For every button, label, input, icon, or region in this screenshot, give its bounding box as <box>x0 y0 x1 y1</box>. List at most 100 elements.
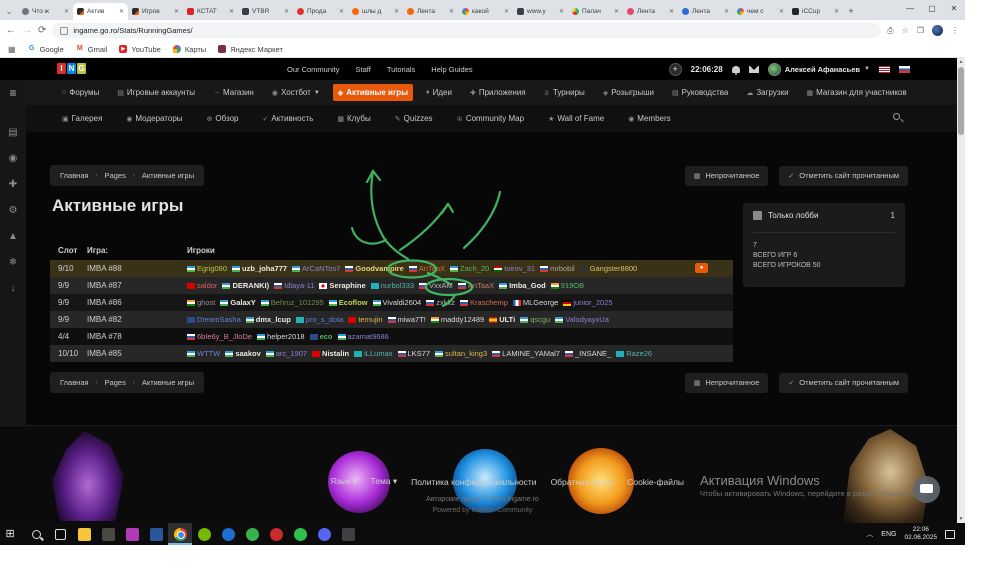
search-icon[interactable] <box>24 523 48 545</box>
wrench-icon[interactable]: ⚙ <box>0 198 26 224</box>
player[interactable]: nurbol333 <box>371 281 414 290</box>
messages-mail-icon[interactable] <box>749 66 759 73</box>
browser-tab[interactable]: www.y✕ <box>513 3 568 20</box>
tray-chevron-icon[interactable]: ︿ <box>866 529 873 539</box>
browser-tab[interactable]: Что ж✕ <box>18 3 73 20</box>
player[interactable]: ArCaNTos7 <box>292 264 340 273</box>
close-tab-icon[interactable]: ✕ <box>834 8 839 15</box>
player[interactable]: mrbobil <box>540 264 575 273</box>
close-tab-icon[interactable]: ✕ <box>64 8 69 15</box>
tab-search-chevron-icon[interactable]: ⌄ <box>0 4 18 20</box>
search-icon[interactable] <box>893 113 900 120</box>
nav-item-клубы[interactable]: ▦Клубы <box>332 110 375 127</box>
minimize-button[interactable]: — <box>899 0 921 20</box>
nvidia-icon[interactable] <box>192 523 216 545</box>
browser-tab[interactable]: Лента✕ <box>623 3 678 20</box>
nav-item-игровые-аккаунты[interactable]: ▤Игровые аккаунты <box>112 84 200 101</box>
close-tab-icon[interactable]: ✕ <box>559 8 564 15</box>
action-center-icon[interactable] <box>945 530 955 539</box>
player[interactable]: temujin <box>348 315 382 324</box>
player[interactable]: Seraphine <box>319 281 365 290</box>
player[interactable]: DreamSasha <box>187 315 241 324</box>
player[interactable]: Idlaya-11 <box>274 281 314 290</box>
scroll-up-icon[interactable]: ▲ <box>958 59 964 65</box>
player[interactable]: sultan_king3 <box>435 349 487 358</box>
chart-icon[interactable]: ▲ <box>0 224 26 250</box>
scroll-down-icon[interactable]: ▼ <box>958 516 964 522</box>
player[interactable]: azamat9686 <box>338 332 389 341</box>
nav-item-турниры[interactable]: ♕Турниры <box>539 84 590 101</box>
dark-app-icon[interactable] <box>336 523 360 545</box>
checkbox-icon[interactable] <box>753 211 762 220</box>
player[interactable]: saldor <box>187 281 217 290</box>
bookmark-youtube[interactable]: ▶YouTube <box>119 45 160 54</box>
nav-item-quizzes[interactable]: ✎Quizzes <box>390 110 438 127</box>
player[interactable]: AnTaaX <box>409 264 445 273</box>
breadcrumb-item[interactable]: Активные игры <box>142 378 194 387</box>
player[interactable]: helper2018 <box>257 332 305 341</box>
mark-site-read-button[interactable]: ✓Отметить сайт прочитанным <box>779 373 908 393</box>
utility-link[interactable]: Staff <box>356 65 371 74</box>
notifications-bell-icon[interactable] <box>732 66 740 73</box>
footer-link[interactable]: Язык ▾ <box>330 476 357 487</box>
close-tab-icon[interactable]: ✕ <box>394 8 399 15</box>
browser-tab[interactable]: чем с✕ <box>733 3 788 20</box>
game-row[interactable]: 9/9IMBA #87saldorDERANKI)Idlaya-11Seraph… <box>50 277 733 294</box>
page-scrollbar[interactable]: ▲ ▼ <box>957 58 965 523</box>
red-app-icon[interactable] <box>264 523 288 545</box>
player[interactable]: Gangster8800 <box>580 264 638 273</box>
player[interactable]: zxkkz <box>426 298 455 307</box>
close-tab-icon[interactable]: ✕ <box>174 8 179 15</box>
player[interactable]: WTTW <box>187 349 220 358</box>
nav-item-форумы[interactable]: ⌂Форумы <box>57 84 104 101</box>
player[interactable]: Behruz_101295 <box>261 298 324 307</box>
nav-item-community-map[interactable]: ♔Community Map <box>452 110 530 127</box>
player[interactable]: Kraschemp <box>460 298 508 307</box>
player[interactable]: Zach_20 <box>450 264 489 273</box>
user-icon[interactable]: ◉ <box>0 146 26 172</box>
player[interactable]: LAMINE_YAMal7 <box>492 349 560 358</box>
footer-link[interactable]: Обратная связь <box>551 477 614 487</box>
unread-button[interactable]: ▦Непрочитанное <box>685 373 769 393</box>
start-button[interactable]: ⊞ <box>0 523 24 545</box>
player[interactable]: toirov_31 <box>494 264 535 273</box>
close-tab-icon[interactable]: ✕ <box>339 8 344 15</box>
word-app-icon[interactable] <box>144 523 168 545</box>
player[interactable]: Vivaldi2604 <box>373 298 422 307</box>
breadcrumb-item[interactable]: Активные игры <box>142 171 194 180</box>
utility-link[interactable]: Our Community <box>287 65 340 74</box>
menu-kebab-icon[interactable]: ⋮ <box>951 26 959 35</box>
player[interactable]: Egrig080 <box>187 264 227 273</box>
browser-tab[interactable]: Палач✕ <box>568 3 623 20</box>
player[interactable]: Nistalin <box>312 349 349 358</box>
profile-avatar[interactable] <box>932 25 943 36</box>
player[interactable]: ValodyayxUa <box>555 315 609 324</box>
download-icon[interactable]: ↓ <box>0 276 26 302</box>
utorrent-icon[interactable] <box>240 523 264 545</box>
player[interactable]: iLLumax <box>354 349 392 358</box>
paw-icon[interactable]: ✚ <box>0 172 26 198</box>
browser-tab[interactable]: какой✕ <box>458 3 513 20</box>
tray-clock[interactable]: 22:06 02.06.2025 <box>904 526 937 542</box>
bookmark-star-icon[interactable]: ☆ <box>902 26 909 35</box>
footer-link[interactable]: Тема ▾ <box>371 476 398 487</box>
player[interactable]: pro_s_dota <box>296 315 344 324</box>
game-app-icon[interactable] <box>96 523 120 545</box>
bookmark-gmail[interactable]: MGmail <box>76 45 108 54</box>
player[interactable]: VxxAM <box>419 281 453 290</box>
player[interactable]: ULTi <box>489 315 515 324</box>
nav-item-модераторы[interactable]: ◉Модераторы <box>121 110 187 127</box>
close-tab-icon[interactable]: ✕ <box>724 8 729 15</box>
browser-tab[interactable]: VTBR✕ <box>238 3 293 20</box>
utility-link[interactable]: Tutorials <box>387 65 415 74</box>
close-tab-icon[interactable]: ✕ <box>284 8 289 15</box>
player[interactable]: AnTaaX <box>458 281 494 290</box>
bookmark-google[interactable]: GGoogle <box>28 45 64 54</box>
nav-item-идеи[interactable]: ♦Идеи <box>421 84 457 101</box>
apps-grid-icon[interactable]: ▦ <box>8 45 16 54</box>
close-tab-icon[interactable]: ✕ <box>504 8 509 15</box>
browser-tab[interactable]: Лента✕ <box>678 3 733 20</box>
tray-language[interactable]: ENG <box>881 531 896 538</box>
send-to-device-icon[interactable]: ⎙ <box>887 26 893 36</box>
nav-item-магазин-для-участников[interactable]: ▦Магазин для участников <box>802 84 912 101</box>
